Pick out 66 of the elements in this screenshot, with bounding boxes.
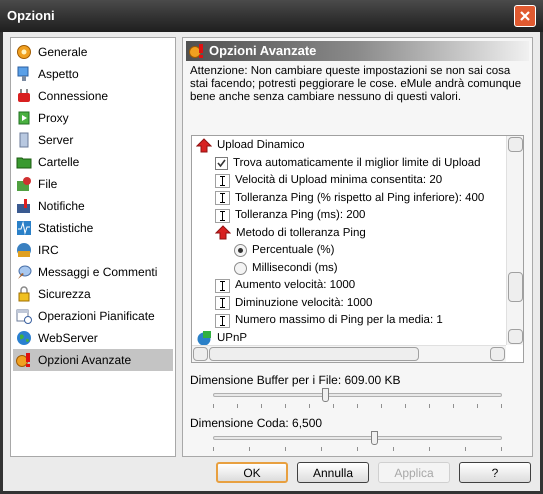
radio-button[interactable]	[234, 244, 247, 258]
edit-icon	[215, 191, 230, 206]
sidebar-item[interactable]: Cartelle	[13, 151, 173, 173]
arrow-up-icon	[215, 225, 231, 242]
sidebar-item[interactable]: Opzioni Avanzate	[13, 349, 173, 371]
lock-icon	[16, 286, 32, 302]
close-icon	[519, 10, 531, 22]
file-icon	[16, 176, 32, 192]
warning-gear-icon	[189, 42, 205, 59]
message-icon	[16, 264, 32, 280]
close-button[interactable]	[514, 5, 536, 27]
horizontal-scrollbar[interactable]	[192, 345, 506, 362]
edit-icon	[215, 314, 230, 328]
slider-label: Dimensione Coda: 6,500	[190, 415, 324, 430]
sidebar-item[interactable]: Messaggi e Commenti	[13, 261, 173, 283]
slider-label: Dimensione Buffer per i File: 609.00 KB	[190, 372, 402, 387]
warning-gear-icon	[16, 352, 32, 368]
sidebar-item[interactable]: Notifiche	[13, 195, 173, 217]
panel-title: Opzioni Avanzate	[209, 42, 316, 60]
dialog-button[interactable]: OK	[216, 462, 288, 483]
sidebar-item[interactable]: IRC	[13, 239, 173, 261]
tree-item-label: Numero massimo di Ping per la media: 1	[235, 313, 443, 328]
tree-item-label: Velocità di Upload minima consentita: 20	[235, 173, 442, 188]
network-icon	[196, 330, 212, 345]
tree-item-label: Diminuzione velocità: 1000	[235, 296, 372, 311]
tree-item-label: Trova automaticamente il miglior limite di Upload	[233, 156, 481, 171]
radio-button[interactable]	[234, 262, 247, 275]
warning-text: Attenzione: Non cambiare queste impostazioni se non sai cosa stai facendo; potresti peggiorare le cose. eMule andrà comunque bene anche senza cambiare nessuno di questi valori.	[189, 64, 522, 104]
sidebar-item[interactable]: Operazioni Pianificate	[13, 305, 173, 327]
gear-icon	[16, 44, 32, 60]
sidebar-item[interactable]: Generale	[13, 41, 173, 63]
calendar-icon	[16, 308, 32, 324]
tree-item-label: UPnP	[217, 330, 248, 345]
vertical-scrollbar[interactable]	[506, 136, 523, 345]
tree-item-label: Millisecondi (ms)	[252, 260, 338, 276]
notification-icon	[16, 198, 32, 214]
sidebar-item[interactable]: Statistiche	[13, 217, 173, 239]
tree-item-label: Metodo di tolleranza Ping	[236, 226, 366, 241]
plug-icon	[16, 88, 32, 104]
dialog-button[interactable]: Annulla	[297, 462, 369, 483]
sidebar-item[interactable]: Aspetto	[13, 63, 173, 85]
chart-icon	[16, 220, 32, 236]
sidebar-item[interactable]: WebServer	[13, 327, 173, 349]
edit-icon	[215, 174, 230, 188]
checkbox[interactable]	[215, 156, 228, 170]
dialog-button[interactable]: ?	[459, 462, 531, 483]
sidebar-item[interactable]: Connessione	[13, 85, 173, 107]
proxy-icon	[16, 110, 32, 126]
slider-thumb[interactable]	[322, 388, 330, 402]
slider-thumb[interactable]	[371, 431, 378, 445]
tree-item-label: Aumento velocità: 1000	[235, 278, 356, 294]
tree-item-label: Percentuale (%)	[252, 243, 334, 258]
tree-item-label: Tolleranza Ping (% rispetto al Ping inferiore): 400	[235, 190, 484, 206]
edit-icon	[215, 278, 230, 293]
window-title: Opzioni	[7, 7, 55, 26]
sidebar-item[interactable]: File	[13, 173, 173, 195]
tree-item-label: Upload Dinamico	[217, 138, 305, 154]
tree-item-label: Tolleranza Ping (ms): 200	[235, 208, 366, 224]
edit-icon	[215, 296, 230, 310]
arrow-up-icon	[196, 138, 212, 154]
globe-icon	[16, 330, 32, 346]
sidebar-item[interactable]: Server	[13, 129, 173, 151]
globe-icon	[16, 242, 32, 258]
edit-icon	[215, 208, 230, 223]
sidebar-item[interactable]: Proxy	[13, 107, 173, 129]
sidebar-item[interactable]: Sicurezza	[13, 283, 173, 305]
